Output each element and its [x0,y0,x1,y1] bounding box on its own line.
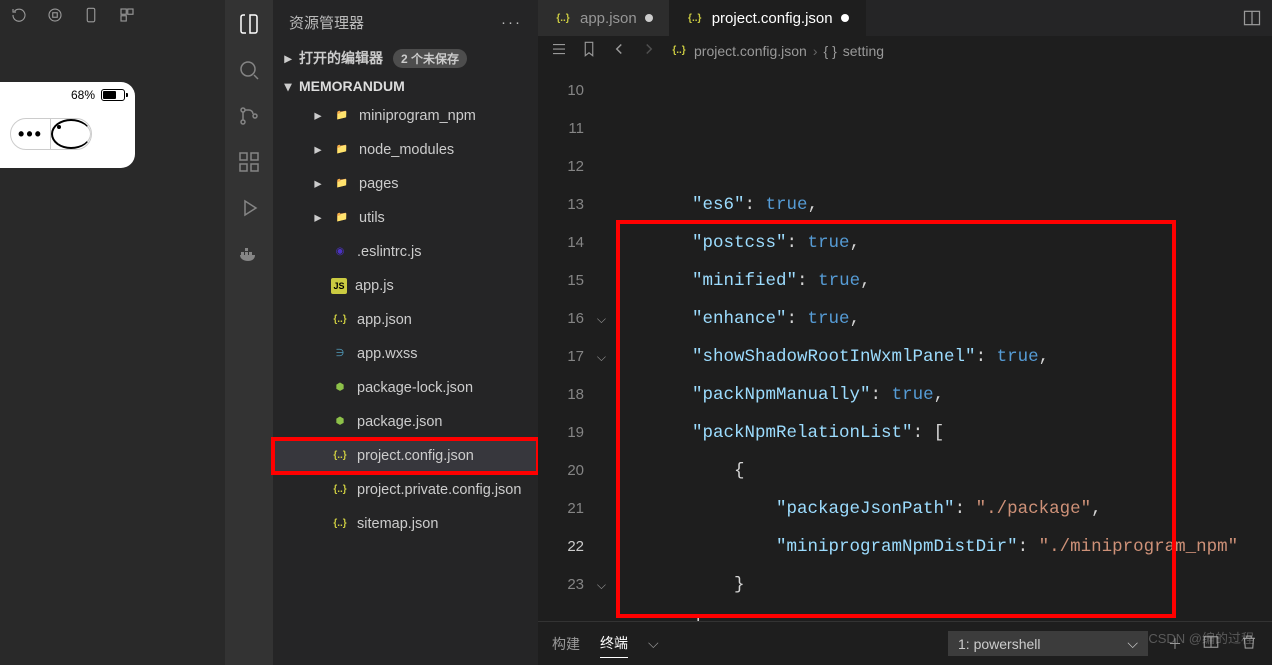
folder-miniprogram-npm[interactable]: ▸📁miniprogram_npm [273,99,538,133]
folder-icon: 📁 [333,175,351,193]
file-app-wxss[interactable]: ∋app.wxss [273,337,538,371]
phone-icon[interactable] [82,6,100,27]
breadcrumb[interactable]: {..} project.config.json › { } setting [670,42,884,60]
line-gutter: 10111213141516⌵17⌵181920212223⌵ [538,66,608,621]
list-icon[interactable] [550,40,568,61]
open-editors-label: 打开的编辑器 [299,48,383,68]
js-icon: JS [331,278,347,294]
json-icon: {..} [331,515,349,533]
node-icon: ⬢ [331,379,349,397]
json-icon: {..} [331,447,349,465]
explorer-icon[interactable] [225,6,273,42]
trash-icon[interactable] [1240,633,1258,654]
stop-icon[interactable] [46,6,64,27]
chevron-right-icon: ▸ [281,51,295,65]
terminal-select[interactable]: 1: powershell ⌵ [948,631,1148,656]
file-package-lock[interactable]: ⬢package-lock.json [273,371,538,405]
bookmark-icon[interactable] [580,40,598,61]
tab-project-config[interactable]: {..} project.config.json [670,0,866,36]
plus-icon[interactable]: ＋ [1168,634,1182,654]
file-app-json[interactable]: {..}app.json [273,303,538,337]
file-eslintrc[interactable]: ◉.eslintrc.js [273,235,538,269]
phone-toolbar [0,0,225,32]
search-icon[interactable] [225,52,273,88]
code-editor[interactable]: 10111213141516⌵17⌵181920212223⌵ "es6": t… [538,66,1272,621]
phone-screen: 68% ••• [0,82,135,168]
activity-bar [225,0,273,665]
json-icon: {..} [686,9,704,27]
folder-utils[interactable]: ▸📁utils [273,201,538,235]
chevron-down-icon: ⌵ [1127,635,1138,652]
json-icon: {..} [331,311,349,329]
explorer-sidebar: 资源管理器 ··· ▸ 打开的编辑器 2 个未保存 ▾ MEMORANDUM ▸… [273,0,538,665]
phone-status-bar: 68% [10,88,125,102]
unsaved-badge: 2 个未保存 [393,49,467,68]
editor-area: {..} app.json {..} project.config.json {… [538,0,1272,665]
extensions-icon[interactable] [225,144,273,180]
menu-capsule[interactable]: ••• [10,118,92,150]
debug-icon[interactable] [225,190,273,226]
docker-icon[interactable] [225,236,273,272]
json-icon: {..} [554,9,572,27]
file-project-config[interactable]: {..}project.config.json [273,439,538,473]
folder-icon: 📁 [333,107,351,125]
target-icon[interactable] [51,119,91,149]
chevron-down-icon[interactable]: ⌵ [648,635,659,652]
json-icon: {..} [670,42,688,60]
project-name: MEMORANDUM [299,78,405,94]
refresh-icon[interactable] [10,6,28,27]
file-sitemap-json[interactable]: {..}sitemap.json [273,507,538,541]
phone-preview-panel: 68% ••• [0,0,225,665]
nav-forward-icon[interactable] [640,40,658,61]
braces-icon: { } [824,43,837,59]
file-package-json[interactable]: ⬢package.json [273,405,538,439]
folder-node-modules[interactable]: ▸📁node_modules [273,133,538,167]
explorer-header: 资源管理器 ··· [273,0,538,43]
modified-dot-icon [645,14,653,22]
battery-icon [101,89,125,101]
dots-icon[interactable]: ••• [11,119,51,149]
editor-toolbar: {..} project.config.json › { } setting [538,36,1272,66]
nav-back-icon[interactable] [610,40,628,61]
bottom-panel: 构建 终端 ⌵ 1: powershell ⌵ ＋ [538,621,1272,665]
explorer-title: 资源管理器 [289,12,364,33]
source-control-icon[interactable] [225,98,273,134]
file-project-private-config[interactable]: {..}project.private.config.json [273,473,538,507]
folder-icon: 📁 [333,141,351,159]
folder-pages[interactable]: ▸📁pages [273,167,538,201]
split-terminal-icon[interactable] [1202,633,1220,654]
tab-app-json[interactable]: {..} app.json [538,0,670,36]
editor-tabs: {..} app.json {..} project.config.json [538,0,1272,36]
chevron-right-icon: › [813,43,818,59]
folder-icon: 📁 [333,209,351,227]
chevron-down-icon: ▾ [281,79,295,93]
modified-dot-icon [841,14,849,22]
json-icon: {..} [331,481,349,499]
panel-tab-build[interactable]: 构建 [552,630,580,658]
panel-tab-terminal[interactable]: 终端 [600,629,628,658]
code-content[interactable]: "es6": true, "postcss": true, "minified"… [608,66,1272,621]
file-app-js[interactable]: JSapp.js [273,269,538,303]
more-icon[interactable]: ··· [501,14,522,31]
battery-percent: 68% [71,88,95,102]
open-editors-section[interactable]: ▸ 打开的编辑器 2 个未保存 [273,43,538,73]
node-icon: ⬢ [331,413,349,431]
windows-icon[interactable] [118,6,136,27]
eslint-icon: ◉ [331,243,349,261]
split-editor-icon[interactable] [1232,0,1272,36]
project-section[interactable]: ▾ MEMORANDUM [273,73,538,99]
wxss-icon: ∋ [331,345,349,363]
